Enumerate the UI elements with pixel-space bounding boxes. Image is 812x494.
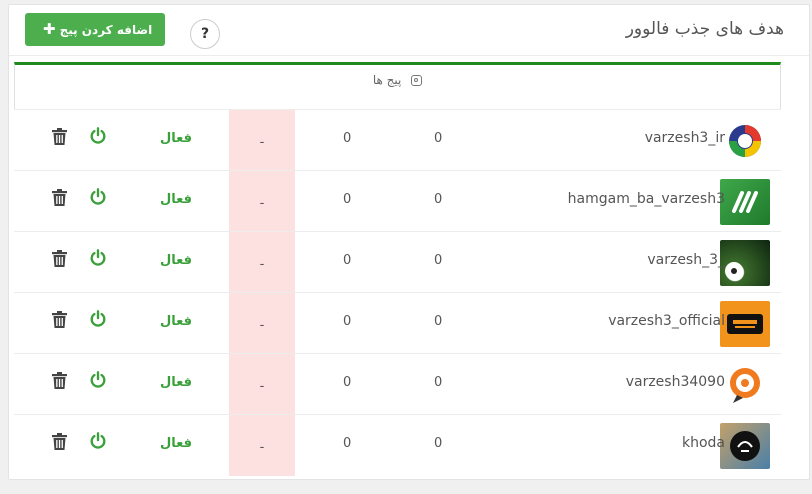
pages-heading: پیج ها [15, 73, 780, 87]
count-b-cell: 0 [343, 253, 352, 268]
page-avatar [720, 179, 770, 225]
extra-cell: - [229, 171, 295, 232]
power-icon[interactable] [89, 249, 107, 267]
extra-value: - [259, 318, 265, 333]
extra-cell: - [229, 354, 295, 415]
power-icon[interactable] [89, 371, 107, 389]
page-avatar [720, 118, 770, 164]
pages-table-header: پیج ها [14, 62, 781, 110]
count-b-cell: 0 [343, 131, 352, 146]
power-icon[interactable] [89, 127, 107, 145]
page-username: khoda [681, 435, 725, 451]
count-a-cell: 0 [434, 436, 443, 451]
count-b-cell: 0 [343, 375, 352, 390]
pages-heading-label: پیج ها [372, 73, 402, 87]
count-b-cell: 0 [343, 192, 352, 207]
count-b-cell: 0 [343, 436, 352, 451]
extra-value: - [259, 257, 265, 272]
add-page-label: اضافه کردن پیج [59, 23, 153, 37]
extra-cell: - [229, 110, 295, 171]
page-title: هدف های جذب فالوور [625, 19, 784, 39]
trash-icon[interactable] [52, 250, 67, 267]
status-badge: فعال [160, 131, 193, 146]
add-page-button[interactable]: اضافه کردن پیج ✚ [25, 13, 165, 46]
extra-cell: - [229, 415, 295, 476]
trash-icon[interactable] [52, 311, 67, 328]
page-avatar [720, 423, 770, 469]
page-avatar [720, 240, 770, 286]
count-a-cell: 0 [434, 314, 443, 329]
count-a-cell: 0 [434, 375, 443, 390]
extra-value: - [259, 135, 265, 150]
count-a-cell: 0 [434, 253, 443, 268]
table-row: varzesh34090 0 0 - فعال [14, 353, 781, 415]
count-b-cell: 0 [343, 314, 352, 329]
count-a-cell: 0 [434, 131, 443, 146]
power-icon[interactable] [89, 310, 107, 328]
table-row: varzesh_3_ 0 0 - فعال [14, 231, 781, 293]
status-badge: فعال [160, 314, 193, 329]
extra-cell: - [229, 293, 295, 354]
table-row: varzesh3_ir 0 0 - فعال [14, 109, 781, 171]
instagram-icon [411, 75, 423, 86]
page-username: varzesh34090 [625, 374, 725, 390]
status-badge: فعال [160, 253, 193, 268]
count-a-cell: 0 [434, 192, 443, 207]
page-username: hamgam_ba_varzesh3 [567, 191, 725, 207]
page-username: varzesh_3_ [647, 252, 725, 268]
trash-icon[interactable] [52, 189, 67, 206]
trash-icon[interactable] [52, 372, 67, 389]
power-icon[interactable] [89, 432, 107, 450]
status-badge: فعال [160, 436, 193, 451]
help-button[interactable]: ? [190, 19, 220, 49]
panel-header: هدف های جذب فالوور ? اضافه کردن پیج ✚ [9, 5, 809, 56]
table-row: hamgam_ba_varzesh3 0 0 - فعال [14, 170, 781, 232]
page-avatar [720, 362, 770, 408]
plus-icon: ✚ [42, 20, 56, 38]
extra-value: - [259, 196, 265, 211]
table-row: khoda 0 0 - فعال [14, 414, 781, 476]
extra-cell: - [229, 232, 295, 293]
status-badge: فعال [160, 375, 193, 390]
power-icon[interactable] [89, 188, 107, 206]
trash-icon[interactable] [52, 433, 67, 450]
extra-value: - [259, 379, 265, 394]
table-row: varzesh3_official 0 0 - فعال [14, 292, 781, 354]
extra-value: - [259, 440, 265, 455]
status-badge: فعال [160, 192, 193, 207]
page-username: varzesh3_ir [644, 130, 725, 146]
page-avatar [720, 301, 770, 347]
trash-icon[interactable] [52, 128, 67, 145]
page-username: varzesh3_official [608, 313, 725, 329]
